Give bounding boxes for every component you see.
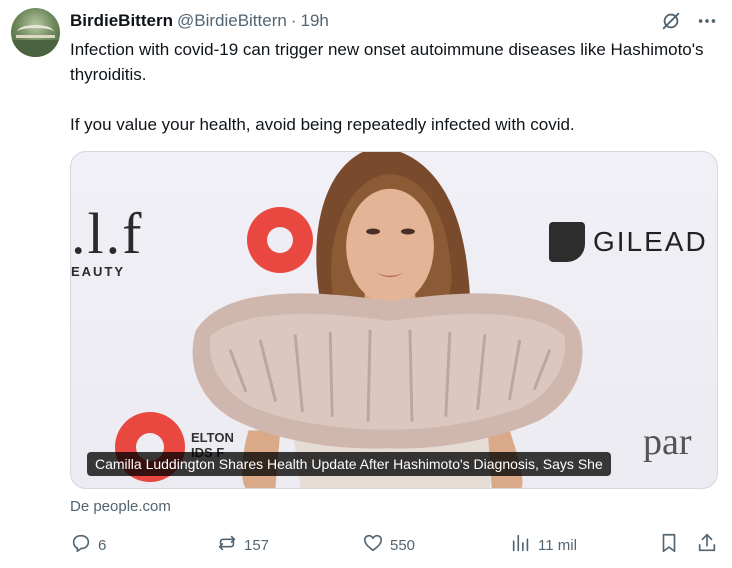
action-bar: 6 157 550 11 mil [70,530,720,560]
tweet-header: BirdieBittern @BirdieBittern · 19h [70,10,718,32]
repost-button[interactable]: 157 [216,530,269,560]
grok-icon[interactable] [660,10,682,37]
reply-count: 6 [98,536,107,554]
repost-count: 157 [244,536,270,554]
tweet-text: Infection with covid-19 can trigger new … [70,37,710,137]
header-actions [660,10,718,37]
reply-button[interactable]: 6 [70,530,106,560]
share-button[interactable] [696,530,718,560]
views-count: 11 mil [538,536,577,554]
avatar-bridge-deck [16,35,55,38]
reply-icon [70,532,92,558]
card-caption: Camilla Luddington Shares Health Update … [87,452,611,476]
user-handle[interactable]: @BirdieBittern [177,11,287,31]
person-illustration [192,152,583,488]
share-icon [696,532,718,558]
bookmark-button[interactable] [658,530,680,560]
display-name[interactable]: BirdieBittern [70,11,173,31]
like-icon [362,532,384,558]
separator-dot: · [290,11,297,30]
like-button[interactable]: 550 [362,530,415,560]
avatar[interactable] [11,8,60,57]
repost-icon [216,532,238,558]
avatar-water [11,40,60,57]
bookmark-icon [658,532,680,558]
views-button[interactable]: 11 mil [510,530,577,560]
link-card-image[interactable]: .l.f EAUTY GILEAD ELTON IDS F par Camill… [70,151,718,489]
views-icon [510,532,532,558]
timestamp[interactable]: 19h [301,11,329,31]
card-source[interactable]: De people.com [70,498,171,515]
tweet-paragraph-2: If you value your health, avoid being re… [70,115,575,134]
more-icon[interactable] [696,10,718,37]
tweet-paragraph-1: Infection with covid-19 can trigger new … [70,40,704,84]
like-count: 550 [390,536,416,554]
